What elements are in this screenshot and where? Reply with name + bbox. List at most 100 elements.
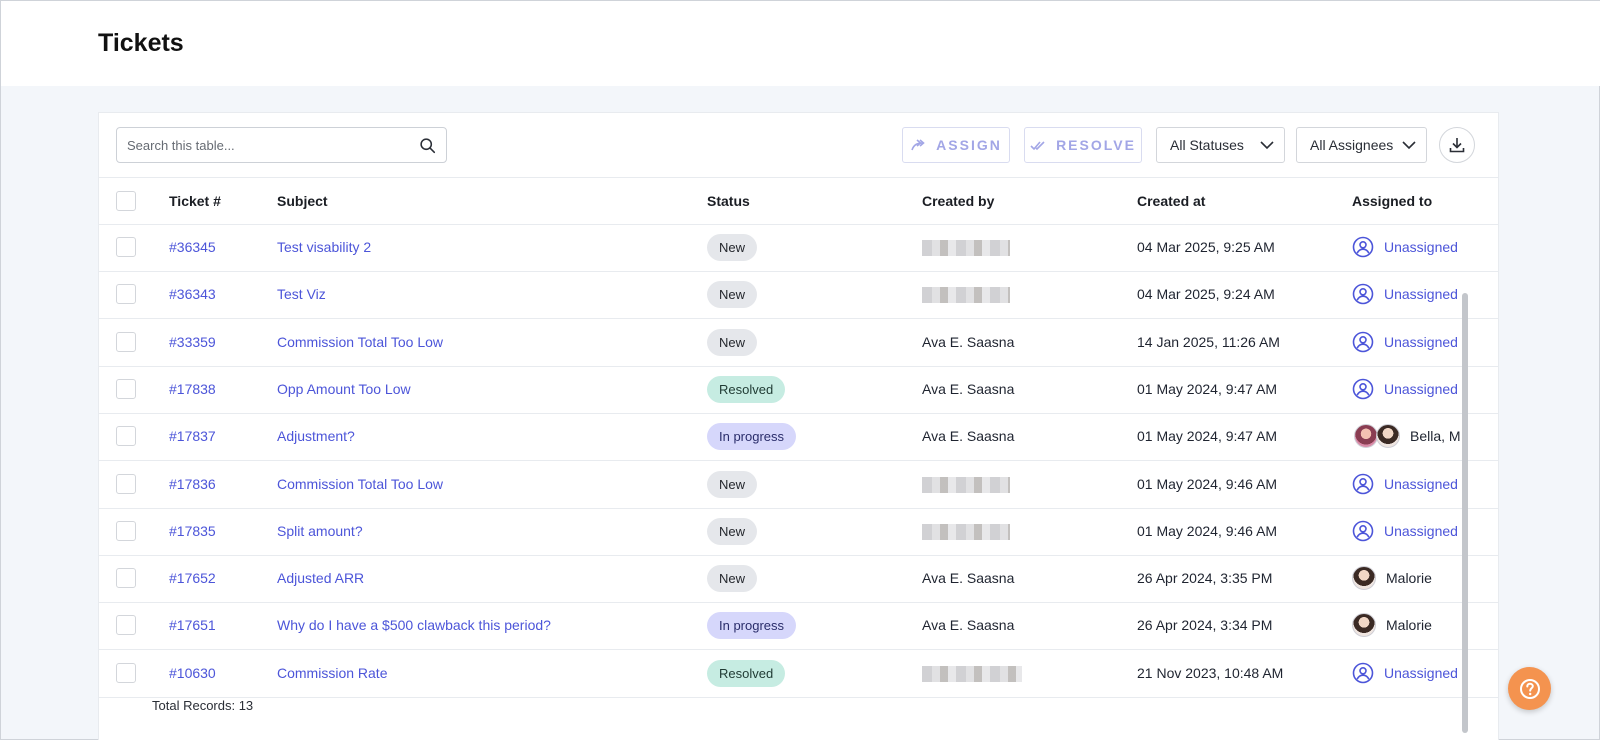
status-badge: New <box>707 517 758 545</box>
ticket-number-link[interactable]: #17835 <box>169 523 216 539</box>
ticket-subject-link[interactable]: Adjusted ARR <box>277 570 364 586</box>
ticket-subject-link[interactable]: Commission Total Too Low <box>277 334 443 350</box>
table-scrollbar[interactable] <box>1462 293 1468 733</box>
assignee-name: Bella, M <box>1410 428 1461 445</box>
assignee[interactable]: Unassigned <box>1352 236 1458 258</box>
assignee-filter-dropdown[interactable]: All Assignees <box>1296 127 1427 163</box>
created-at: 01 May 2024, 9:47 AM <box>1137 380 1278 397</box>
assignee-name[interactable]: Unassigned <box>1384 381 1458 397</box>
status-filter-dropdown[interactable]: All Statuses <box>1156 127 1285 163</box>
assignee[interactable]: Unassigned <box>1352 283 1458 305</box>
search-icon[interactable] <box>419 137 436 154</box>
row-checkbox[interactable] <box>116 331 136 352</box>
resolve-button[interactable]: RESOLVE <box>1024 127 1142 163</box>
table-row[interactable]: #17652 Adjusted ARR New Ava E. Saasna 26 Apr… <box>99 555 1498 604</box>
status-badge: New <box>707 234 758 261</box>
assignee[interactable]: Unassigned <box>1352 662 1458 684</box>
row-checkbox[interactable] <box>116 662 136 683</box>
assignee[interactable]: Bella, M <box>1354 424 1461 449</box>
table-row[interactable]: #10630 Commission Rate Resolved 21 Nov 2023… <box>99 650 1498 698</box>
row-checkbox[interactable] <box>116 520 136 541</box>
table-row[interactable]: #36343 Test Viz New 04 Mar 2025, 9:24 AM Una… <box>99 271 1498 320</box>
table-row[interactable]: #36345 Test visability 2 New 04 Mar 2025, 9… <box>99 224 1498 272</box>
ticket-subject-link[interactable]: Split amount? <box>277 523 363 539</box>
ticket-subject-link[interactable]: Test Viz <box>277 286 326 302</box>
assignee[interactable]: Unassigned <box>1352 331 1458 353</box>
status-badge: Resolved <box>707 659 786 687</box>
assign-button[interactable]: ASSIGN <box>902 127 1010 163</box>
table-row[interactable]: #17651 Why do I have a $500 clawback this… <box>99 602 1498 651</box>
created-at: 04 Mar 2025, 9:25 AM <box>1137 239 1275 255</box>
created-by: Ava E. Saasna <box>922 617 1015 634</box>
assign-button-label: ASSIGN <box>936 137 1002 153</box>
ticket-number-link[interactable]: #17836 <box>169 476 216 492</box>
table-row[interactable]: #17837 Adjustment? In progress Ava E. Saasn… <box>99 413 1498 462</box>
assignee[interactable]: Unassigned <box>1352 520 1458 542</box>
tickets-table-card: ASSIGN RESOLVE All Statuses All Assignee… <box>98 112 1499 740</box>
column-header-created-by[interactable]: Created by <box>922 193 994 209</box>
assignee[interactable]: Malorie <box>1352 613 1432 638</box>
ticket-number-link[interactable]: #36345 <box>169 239 216 255</box>
ticket-number-link[interactable]: #17837 <box>169 428 216 444</box>
assignee[interactable]: Unassigned <box>1352 378 1458 400</box>
ticket-number-link[interactable]: #17838 <box>169 381 216 397</box>
table-row[interactable]: #17836 Commission Total Too Low New 01 May … <box>99 461 1498 509</box>
ticket-number-link[interactable]: #17651 <box>169 617 216 633</box>
assignee[interactable]: Malorie <box>1352 566 1432 591</box>
ticket-subject-link[interactable]: Why do I have a $500 clawback this perio… <box>277 617 551 633</box>
ticket-number-link[interactable]: #33359 <box>169 334 216 350</box>
row-checkbox[interactable] <box>116 568 136 589</box>
select-all-checkbox[interactable] <box>116 191 136 211</box>
double-check-icon <box>1030 141 1045 151</box>
row-checkbox[interactable] <box>116 237 136 257</box>
table-row[interactable]: #17838 Opp Amount Too Low Resolved Ava E. S… <box>99 366 1498 414</box>
row-checkbox[interactable] <box>116 615 136 636</box>
ticket-number-link[interactable]: #10630 <box>169 665 216 681</box>
ticket-number-link[interactable]: #36343 <box>169 286 216 302</box>
search-box[interactable] <box>116 127 447 163</box>
row-checkbox[interactable] <box>116 426 136 447</box>
table-row[interactable]: #33359 Commission Total Too Low New Ava E. … <box>99 319 1498 367</box>
column-header-assigned-to[interactable]: Assigned to <box>1352 193 1432 209</box>
user-circle-icon <box>1352 662 1374 683</box>
assignee-name[interactable]: Unassigned <box>1384 476 1458 492</box>
page-header: Tickets <box>1 1 1600 86</box>
redacted-creator <box>922 476 1010 493</box>
search-input[interactable] <box>117 128 407 162</box>
avatar <box>1354 424 1378 449</box>
row-checkbox[interactable] <box>116 378 136 399</box>
assignee-name[interactable]: Unassigned <box>1384 239 1458 255</box>
column-header-status[interactable]: Status <box>707 193 750 209</box>
created-by: Ava E. Saasna <box>922 570 1015 587</box>
status-badge: New <box>707 328 758 356</box>
created-at: 01 May 2024, 9:46 AM <box>1137 522 1278 539</box>
ticket-subject-link[interactable]: Opp Amount Too Low <box>277 381 411 397</box>
user-circle-icon <box>1352 331 1374 352</box>
row-checkbox[interactable] <box>116 284 136 305</box>
table-row[interactable]: #17835 Split amount? New 01 May 2024, 9:46 … <box>99 508 1498 556</box>
ticket-subject-link[interactable]: Adjustment? <box>277 428 355 444</box>
created-at: 04 Mar 2025, 9:24 AM <box>1137 286 1275 303</box>
ticket-subject-link[interactable]: Commission Total Too Low <box>277 476 443 492</box>
column-header-ticket[interactable]: Ticket # <box>169 193 221 209</box>
ticket-number-link[interactable]: #17652 <box>169 570 216 586</box>
page-title: Tickets <box>98 29 184 57</box>
assignee-name: Malorie <box>1386 617 1432 634</box>
ticket-subject-link[interactable]: Commission Rate <box>277 665 387 681</box>
status-badge: In progress <box>707 612 797 640</box>
column-header-created-at[interactable]: Created at <box>1137 193 1205 209</box>
assignee-name[interactable]: Unassigned <box>1384 665 1458 681</box>
help-icon <box>1519 678 1540 699</box>
help-button[interactable] <box>1508 667 1551 710</box>
assignee[interactable]: Unassigned <box>1352 473 1458 495</box>
chevron-down-icon <box>1402 141 1416 150</box>
column-header-subject[interactable]: Subject <box>277 193 328 209</box>
assignee-name[interactable]: Unassigned <box>1384 334 1458 350</box>
created-at: 21 Nov 2023, 10:48 AM <box>1137 664 1284 681</box>
chevron-down-icon <box>1260 141 1274 150</box>
assignee-name[interactable]: Unassigned <box>1384 523 1458 539</box>
row-checkbox[interactable] <box>116 473 136 494</box>
download-button[interactable] <box>1439 127 1475 163</box>
assignee-name[interactable]: Unassigned <box>1384 286 1458 302</box>
ticket-subject-link[interactable]: Test visability 2 <box>277 239 371 255</box>
